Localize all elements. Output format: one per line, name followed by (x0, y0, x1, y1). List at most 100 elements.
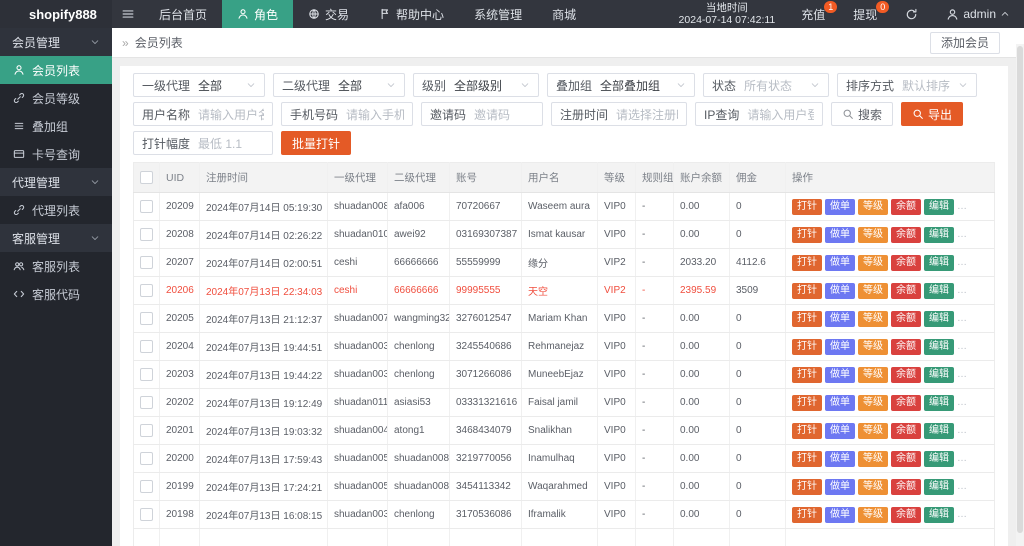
row-checkbox[interactable] (140, 368, 153, 381)
balance-action-button[interactable]: 余额 (891, 254, 921, 271)
more-actions-button[interactable]: … (957, 397, 968, 408)
level-action-button[interactable]: 等级 (858, 282, 888, 299)
balance-action-button[interactable]: 余额 (891, 478, 921, 495)
more-actions-button[interactable]: … (957, 509, 968, 520)
inject-action-button[interactable]: 打针 (792, 338, 822, 355)
level-action-button[interactable]: 等级 (858, 478, 888, 495)
filter-level-select[interactable]: 级别 全部级别 (413, 73, 539, 97)
more-actions-button[interactable]: … (957, 285, 968, 296)
filter-username-input[interactable]: 用户名称请输入用户名称 (133, 102, 273, 126)
withdraw-button[interactable]: 提现 0 (839, 0, 891, 28)
inject-action-button[interactable]: 打针 (792, 282, 822, 299)
balance-action-button[interactable]: 余额 (891, 226, 921, 243)
level-action-button[interactable]: 等级 (858, 394, 888, 411)
edit-action-button[interactable]: 编辑 (924, 366, 954, 383)
inject-action-button[interactable]: 打针 (792, 422, 822, 439)
row-checkbox[interactable] (140, 340, 153, 353)
row-checkbox[interactable] (140, 424, 153, 437)
sidebar-group-agent-mgmt[interactable]: 代理管理 (0, 168, 112, 196)
inject-range-field[interactable]: 打针幅度 最低 1.1 (133, 131, 273, 155)
sidebar-item-card-query[interactable]: 卡号查询 (0, 140, 112, 168)
order-action-button[interactable]: 做单 (825, 478, 855, 495)
topbar-menu-help[interactable]: 帮助中心 (364, 0, 459, 28)
sidebar-item-agent-list[interactable]: 代理列表 (0, 196, 112, 224)
export-button[interactable]: 导出 (901, 102, 964, 126)
edit-action-button[interactable]: 编辑 (924, 506, 954, 523)
filter-sort-select[interactable]: 排序方式 默认排序 (837, 73, 977, 97)
more-actions-button[interactable]: … (957, 313, 968, 324)
inject-action-button[interactable]: 打针 (792, 226, 822, 243)
balance-action-button[interactable]: 余额 (891, 310, 921, 327)
edit-action-button[interactable]: 编辑 (924, 310, 954, 327)
filter-phone-input[interactable]: 手机号码请输入手机号码 (281, 102, 413, 126)
more-actions-button[interactable]: … (957, 201, 968, 212)
level-action-button[interactable]: 等级 (858, 254, 888, 271)
recharge-button[interactable]: 充值 1 (787, 0, 839, 28)
balance-action-button[interactable]: 余额 (891, 422, 921, 439)
sidebar-item-member-list[interactable]: 会员列表 (0, 56, 112, 84)
balance-action-button[interactable]: 余额 (891, 394, 921, 411)
topbar-menu-trade[interactable]: 交易 (293, 0, 364, 28)
order-action-button[interactable]: 做单 (825, 506, 855, 523)
sidebar-item-member-level[interactable]: 会员等级 (0, 84, 112, 112)
topbar-menu-system[interactable]: 系统管理 (459, 0, 537, 28)
edit-action-button[interactable]: 编辑 (924, 198, 954, 215)
order-action-button[interactable]: 做单 (825, 226, 855, 243)
more-actions-button[interactable]: … (957, 257, 968, 268)
batch-inject-button[interactable]: 批量打针 (281, 131, 352, 155)
sidebar-item-stack-group[interactable]: 叠加组 (0, 112, 112, 140)
level-action-button[interactable]: 等级 (858, 338, 888, 355)
inject-action-button[interactable]: 打针 (792, 254, 822, 271)
inject-action-button[interactable]: 打针 (792, 366, 822, 383)
row-checkbox[interactable] (140, 508, 153, 521)
row-checkbox[interactable] (140, 284, 153, 297)
order-action-button[interactable]: 做单 (825, 422, 855, 439)
level-action-button[interactable]: 等级 (858, 226, 888, 243)
inject-action-button[interactable]: 打针 (792, 394, 822, 411)
level-action-button[interactable]: 等级 (858, 506, 888, 523)
edit-action-button[interactable]: 编辑 (924, 282, 954, 299)
order-action-button[interactable]: 做单 (825, 282, 855, 299)
sidebar-group-member-mgmt[interactable]: 会员管理 (0, 28, 112, 56)
balance-action-button[interactable]: 余额 (891, 338, 921, 355)
balance-action-button[interactable]: 余额 (891, 506, 921, 523)
filter-agent1-select[interactable]: 一级代理 全部 (133, 73, 265, 97)
sidebar-item-service-code[interactable]: 客服代码 (0, 280, 112, 308)
more-actions-button[interactable]: … (957, 425, 968, 436)
order-action-button[interactable]: 做单 (825, 310, 855, 327)
level-action-button[interactable]: 等级 (858, 422, 888, 439)
order-action-button[interactable]: 做单 (825, 394, 855, 411)
add-member-button[interactable]: 添加会员 (929, 31, 1000, 54)
row-checkbox[interactable] (140, 480, 153, 493)
balance-action-button[interactable]: 余额 (891, 198, 921, 215)
row-checkbox[interactable] (140, 452, 153, 465)
row-checkbox[interactable] (140, 312, 153, 325)
level-action-button[interactable]: 等级 (858, 310, 888, 327)
sidebar-toggle-icon[interactable] (112, 0, 144, 28)
order-action-button[interactable]: 做单 (825, 338, 855, 355)
filter-agent2-select[interactable]: 二级代理 全部 (273, 73, 405, 97)
order-action-button[interactable]: 做单 (825, 450, 855, 467)
row-checkbox[interactable] (140, 396, 153, 409)
filter-stack-select[interactable]: 叠加组 全部叠加组 (547, 73, 695, 97)
edit-action-button[interactable]: 编辑 (924, 394, 954, 411)
balance-action-button[interactable]: 余额 (891, 282, 921, 299)
topbar-menu-home[interactable]: 后台首页 (144, 0, 222, 28)
vertical-scrollbar[interactable] (1016, 44, 1024, 546)
edit-action-button[interactable]: 编辑 (924, 226, 954, 243)
user-menu[interactable]: admin (932, 0, 1024, 28)
search-button[interactable]: 搜索 (831, 102, 894, 126)
row-checkbox[interactable] (140, 228, 153, 241)
more-actions-button[interactable]: … (957, 453, 968, 464)
row-checkbox[interactable] (140, 256, 153, 269)
more-actions-button[interactable]: … (957, 481, 968, 492)
edit-action-button[interactable]: 编辑 (924, 478, 954, 495)
edit-action-button[interactable]: 编辑 (924, 450, 954, 467)
filter-regtime-input[interactable]: 注册时间请选择注册时间 (551, 102, 687, 126)
inject-action-button[interactable]: 打针 (792, 450, 822, 467)
more-actions-button[interactable]: … (957, 341, 968, 352)
more-actions-button[interactable]: … (957, 369, 968, 380)
topbar-menu-role[interactable]: 角色 (222, 0, 294, 28)
filter-status-select[interactable]: 状态 所有状态 (703, 73, 829, 97)
level-action-button[interactable]: 等级 (858, 450, 888, 467)
